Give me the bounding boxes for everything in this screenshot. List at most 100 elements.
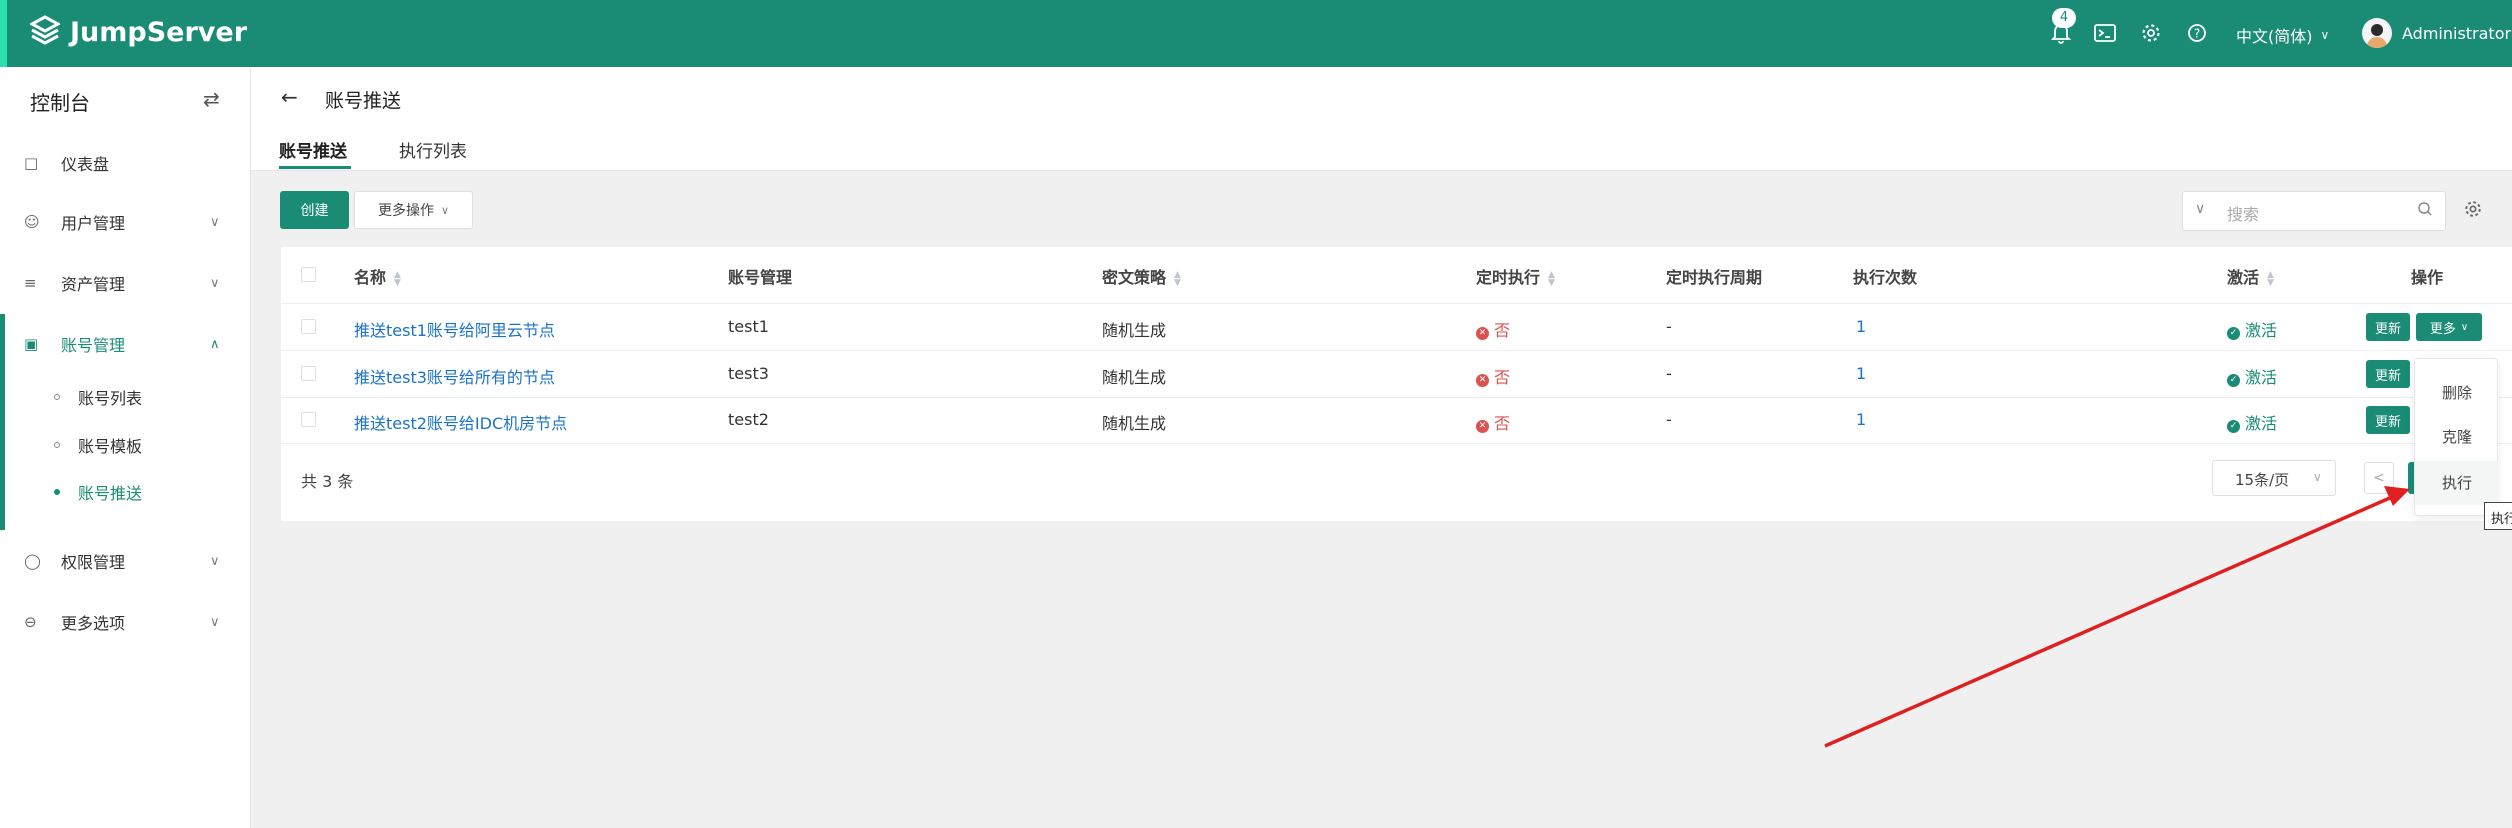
row-account: test1 (728, 317, 769, 336)
prev-page-button[interactable]: < (2364, 462, 2394, 494)
sidebar-subitem-label: 账号推送 (78, 484, 143, 503)
sort-icon[interactable]: ▲ ▼ (2267, 270, 2274, 287)
column-header-scheduled[interactable]: 定时执行 ▲ ▼ (1476, 264, 1555, 288)
accounts-icon: ▣ (24, 335, 39, 353)
top-header: JumpServer 4 ? 中文(简体) ∨ Administrator (0, 0, 2512, 67)
chevron-down-icon[interactable]: ∨ (2195, 201, 2205, 217)
table-row: 推送test3账号给所有的节点 test3 随机生成 ✕ 否 - 1 ✓ 激活 更新 (281, 351, 2512, 398)
row-period: - (1666, 317, 1672, 336)
tab-account-push[interactable]: 账号推送 (279, 137, 347, 162)
sidebar-subitem-account-list[interactable]: 账号列表 (0, 376, 250, 416)
scheduled-label: 否 (1494, 414, 1511, 433)
x-circle-icon: ✕ (1476, 327, 1489, 340)
sidebar-item-users[interactable]: ☺ 用户管理 ∨ (0, 202, 250, 242)
sidebar: 控制台 ⇄ □ 仪表盘 ☺ 用户管理 ∨ ≡ 资产管理 ∨ ▣ 账号管理 ∧ 账… (0, 67, 251, 828)
row-name-link[interactable]: 推送test3账号给所有的节点 (354, 364, 555, 388)
svg-text:?: ? (2194, 27, 2200, 41)
row-count-link[interactable]: 1 (1856, 410, 1866, 429)
row-active: ✓ 激活 (2227, 364, 2277, 388)
row-checkbox[interactable] (301, 412, 316, 427)
row-period: - (1666, 364, 1672, 383)
sidebar-item-dashboard[interactable]: □ 仪表盘 (0, 143, 250, 183)
update-button[interactable]: 更新 (2366, 313, 2410, 341)
tab-active-indicator (279, 166, 351, 169)
table-row: 推送test2账号给IDC机房节点 test2 随机生成 ✕ 否 - 1 ✓ 激活 … (281, 397, 2512, 444)
row-name-link[interactable]: 推送test1账号给阿里云节点 (354, 317, 555, 341)
bullet-icon (54, 394, 60, 400)
column-label: 密文策略 (1102, 268, 1167, 287)
logo[interactable]: JumpServer (30, 15, 247, 49)
dashboard-icon: □ (24, 154, 39, 172)
more-dropdown-menu: 删除 克隆 执行 (2414, 358, 2499, 516)
sidebar-item-more[interactable]: ⊖ 更多选项 ∨ (0, 602, 250, 642)
avatar (2362, 18, 2392, 48)
column-header-name[interactable]: 名称 ▲ ▼ (354, 264, 401, 288)
language-selector[interactable]: 中文(简体) ∨ (2236, 23, 2329, 47)
update-button[interactable]: 更新 (2366, 360, 2410, 388)
row-count-link[interactable]: 1 (1856, 364, 1866, 383)
back-arrow-icon[interactable]: ← (281, 85, 298, 109)
row-checkbox[interactable] (301, 319, 316, 334)
row-account: test3 (728, 364, 769, 383)
row-period: - (1666, 410, 1672, 429)
row-strategy: 随机生成 (1102, 368, 1167, 387)
active-label: 激活 (2245, 368, 2278, 387)
assets-icon: ≡ (24, 274, 37, 292)
select-all-checkbox[interactable] (301, 267, 316, 282)
sidebar-subitem-account-push[interactable]: 账号推送 (0, 471, 250, 511)
more-actions-button[interactable]: 更多操作 ∨ (354, 191, 473, 229)
row-checkbox[interactable] (301, 366, 316, 381)
bullet-icon (54, 442, 60, 448)
menu-item-clone[interactable]: 克隆 (2415, 415, 2499, 459)
tab-execution-list[interactable]: 执行列表 (399, 137, 467, 162)
column-header-strategy[interactable]: 密文策略 ▲ ▼ (1102, 264, 1181, 288)
search-input[interactable]: ∨ 搜索 (2182, 191, 2446, 231)
row-active: ✓ 激活 (2227, 317, 2277, 341)
menu-item-delete[interactable]: 删除 (2415, 371, 2499, 415)
sidebar-item-label: 账号管理 (61, 336, 126, 355)
more-button[interactable]: 更多 ∨ (2416, 313, 2482, 341)
sort-icon[interactable]: ▲ ▼ (394, 270, 401, 287)
chevron-down-icon: ∨ (2320, 28, 2330, 42)
scheduled-label: 否 (1494, 321, 1511, 340)
jumpserver-logo-icon (30, 15, 60, 45)
chevron-down-icon: ∨ (2460, 321, 2469, 333)
notification-badge: 4 (2052, 8, 2076, 28)
sidebar-item-accounts[interactable]: ▣ 账号管理 ∧ (0, 324, 250, 364)
update-button[interactable]: 更新 (2366, 406, 2410, 434)
row-name-link[interactable]: 推送test2账号给IDC机房节点 (354, 410, 567, 434)
search-icon[interactable] (2417, 201, 2433, 221)
sidebar-item-label: 用户管理 (61, 214, 126, 233)
sidebar-item-assets[interactable]: ≡ 资产管理 ∨ (0, 263, 250, 303)
row-scheduled: ✕ 否 (1476, 410, 1510, 434)
sidebar-item-label: 更多选项 (61, 614, 126, 633)
chevron-down-icon: ∨ (2313, 470, 2322, 484)
menu-item-execute[interactable]: 执行 (2415, 461, 2499, 505)
bullet-icon (54, 489, 60, 495)
row-account: test2 (728, 410, 769, 429)
more-label: 更多 (2429, 321, 2456, 337)
chevron-down-icon: ∨ (440, 203, 450, 217)
column-header-active[interactable]: 激活 ▲ ▼ (2227, 264, 2274, 288)
scheduled-label: 否 (1494, 368, 1511, 387)
page-header: ← 账号推送 账号推送 执行列表 (251, 67, 2512, 171)
create-button[interactable]: 创建 (280, 191, 349, 229)
user-name: Administrator (2402, 23, 2512, 43)
page-size-select[interactable]: 15条/页 ∨ (2212, 460, 2336, 496)
brand-name: JumpServer (70, 16, 248, 48)
sidebar-subitem-account-template[interactable]: 账号模板 (0, 424, 250, 464)
language-label: 中文(简体) (2236, 27, 2313, 46)
row-count-link[interactable]: 1 (1856, 317, 1866, 336)
more-actions-label: 更多操作 (377, 203, 434, 219)
user-menu[interactable]: Administrator (2362, 18, 2511, 48)
column-label: 定时执行 (1476, 268, 1541, 287)
gear-icon[interactable] (2138, 20, 2164, 46)
sort-icon[interactable]: ▲ ▼ (1548, 270, 1555, 287)
sort-icon[interactable]: ▲ ▼ (1174, 270, 1181, 287)
terminal-icon[interactable] (2092, 20, 2118, 46)
switch-view-icon[interactable]: ⇄ (203, 87, 220, 111)
help-icon[interactable]: ? (2184, 20, 2210, 46)
table-settings-icon[interactable] (2464, 200, 2482, 223)
sidebar-item-permissions[interactable]: ◯ 权限管理 ∨ (0, 541, 250, 581)
row-strategy: 随机生成 (1102, 321, 1167, 340)
